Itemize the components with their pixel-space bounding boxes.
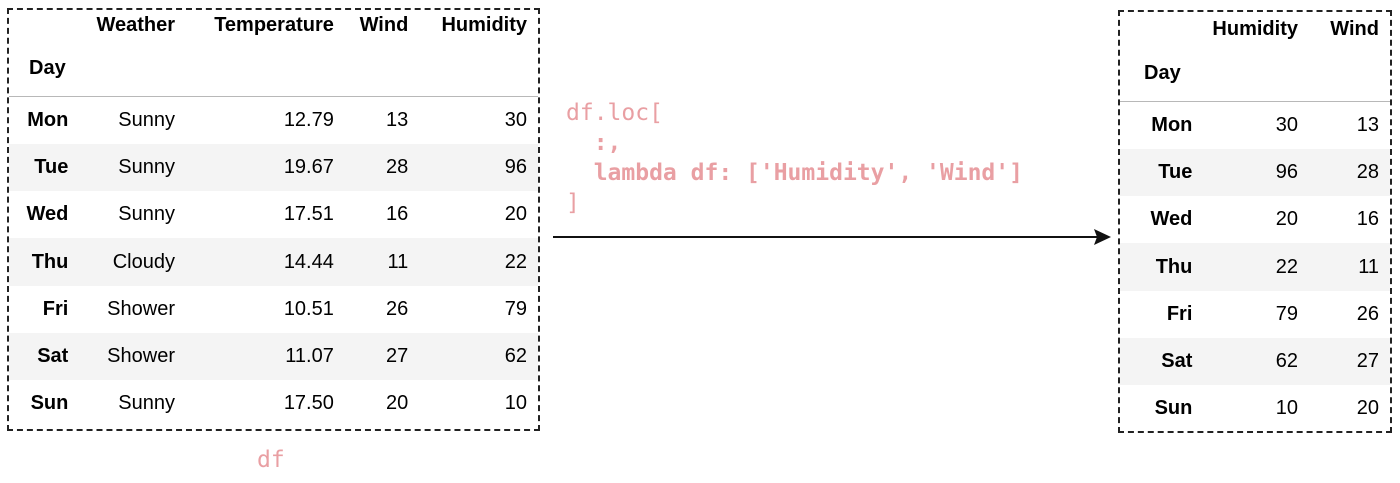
source-dataframe-caption: df [257, 447, 285, 473]
result-dataframe-frame: Humidity Wind Day Mon 30 13 Tue 96 28 Wed 20 16 T… [1118, 10, 1392, 433]
table-cell: 10 [1275, 397, 1298, 420]
column-header-humidity: Humidity [441, 14, 527, 36]
row-index-label: Thu [1155, 255, 1193, 278]
index-name-row: Day [9, 41, 538, 97]
table-cell: 11 [1358, 255, 1379, 278]
row-index-label: Sat [1161, 350, 1193, 373]
table-row: Sun Sunny 17.50 20 10 [9, 380, 538, 427]
table-cell: 28 [1356, 160, 1379, 183]
table-cell: 30 [504, 108, 527, 131]
row-index-label: Thu [31, 250, 69, 273]
table-cell: 13 [1356, 113, 1379, 136]
table-row: Wed Sunny 17.51 16 20 [9, 191, 538, 238]
table-cell: 30 [1275, 113, 1298, 136]
table-cell: 22 [504, 250, 527, 273]
table-cell: 96 [1275, 160, 1298, 183]
transform-arrow [553, 229, 1111, 245]
row-index-label: Sat [37, 345, 69, 368]
table-cell: 20 [504, 203, 527, 226]
code-line-3: lambda df: ['Humidity', 'Wind'] [566, 160, 1023, 186]
table-cell: 79 [1275, 302, 1298, 325]
table-cell: Cloudy [112, 250, 175, 273]
row-index-label: Sun [1154, 397, 1193, 420]
code-line-2: :, [566, 130, 622, 156]
table-row: Tue Sunny 19.67 28 96 [9, 143, 538, 192]
source-dataframe-table: Weather Temperature Wind Humidity Day Mo… [9, 10, 538, 428]
table-cell: 27 [1356, 350, 1379, 373]
table-cell: 16 [1356, 208, 1379, 231]
table-cell: 11 [387, 250, 409, 273]
table-cell: 28 [386, 155, 409, 178]
table-row: Thu 22 11 [1120, 243, 1390, 291]
column-header-temperature: Temperature [214, 14, 334, 36]
table-row: Thu Cloudy 14.44 11 22 [9, 238, 538, 286]
table-cell: 17.50 [283, 392, 334, 415]
table-cell: 13 [386, 108, 409, 131]
row-index-label: Fri [42, 297, 69, 320]
table-cell: 20 [1275, 208, 1298, 231]
source-dataframe-frame: Weather Temperature Wind Humidity Day Mo… [7, 8, 540, 431]
table-row: Tue 96 28 [1120, 148, 1390, 197]
table-cell: Sunny [118, 108, 175, 131]
index-corner [9, 10, 71, 41]
column-header-humidity: Humidity [1212, 17, 1298, 40]
column-header-wind: Wind [359, 14, 409, 36]
row-index-label: Fri [1166, 302, 1193, 325]
table-cell: 12.79 [283, 108, 334, 131]
source-table-body: Mon Sunny 12.79 13 30 Tue Sunny 19.67 28 96 Wed Sun… [9, 97, 538, 428]
table-cell: Shower [107, 345, 175, 368]
table-row: Fri Shower 10.51 26 79 [9, 286, 538, 333]
table-cell: Sunny [118, 392, 175, 415]
table-row: Sat 62 27 [1120, 337, 1390, 386]
table-cell: 27 [386, 345, 409, 368]
column-header-row: Weather Temperature Wind Humidity [9, 10, 538, 41]
result-table-body: Mon 30 13 Tue 96 28 Wed 20 16 Thu 22 11 Fri 79 26 Sat 62… [1120, 102, 1390, 433]
code-snippet: df.loc[ :, lambda df: ['Humidity', 'Wind… [566, 98, 1023, 218]
code-line-4: ] [566, 190, 580, 216]
code-line-1: df.loc[ [566, 100, 663, 126]
index-name-row: Day [1120, 46, 1390, 102]
table-cell: 96 [504, 155, 527, 178]
table-cell: 20 [386, 392, 409, 415]
table-cell: 10 [504, 392, 527, 415]
row-index-label: Sun [30, 392, 69, 415]
table-cell: Sunny [118, 155, 175, 178]
table-cell: Sunny [118, 203, 175, 226]
row-index-label: Tue [34, 155, 69, 178]
row-index-label: Wed [1150, 208, 1193, 231]
table-cell: 10.51 [283, 297, 334, 320]
table-cell: 20 [1356, 397, 1379, 420]
table-row: Sun 10 20 [1120, 385, 1390, 432]
row-index-label: Tue [1158, 160, 1193, 183]
table-cell: 11.07 [285, 345, 334, 368]
index-name-label: Day [1144, 62, 1181, 84]
table-cell: 26 [1356, 302, 1379, 325]
table-row: Mon Sunny 12.79 13 30 [9, 97, 538, 144]
table-row: Mon 30 13 [1120, 102, 1390, 149]
table-cell: 22 [1275, 255, 1298, 278]
table-cell: Shower [107, 297, 175, 320]
index-corner [1120, 12, 1211, 46]
row-index-label: Mon [1151, 113, 1193, 136]
row-index-label: Mon [27, 108, 69, 131]
table-row: Wed 20 16 [1120, 196, 1390, 243]
table-row: Fri 79 26 [1120, 291, 1390, 338]
index-name-label: Day [29, 57, 66, 79]
table-cell: 16 [386, 203, 409, 226]
table-row: Sat Shower 11.07 27 62 [9, 332, 538, 381]
table-cell: 62 [1275, 350, 1298, 373]
table-cell: 62 [504, 345, 527, 368]
table-cell: 17.51 [283, 203, 334, 226]
column-header-row: Humidity Wind [1120, 12, 1390, 46]
table-cell: 19.67 [283, 155, 334, 178]
table-cell: 79 [504, 297, 527, 320]
column-header-weather: Weather [96, 14, 175, 36]
row-index-label: Wed [26, 203, 69, 226]
column-header-wind: Wind [1330, 17, 1379, 40]
result-dataframe-table: Humidity Wind Day Mon 30 13 Tue 96 28 Wed 20 16 T… [1120, 12, 1390, 433]
table-cell: 14.44 [283, 250, 334, 273]
table-cell: 26 [386, 297, 409, 320]
